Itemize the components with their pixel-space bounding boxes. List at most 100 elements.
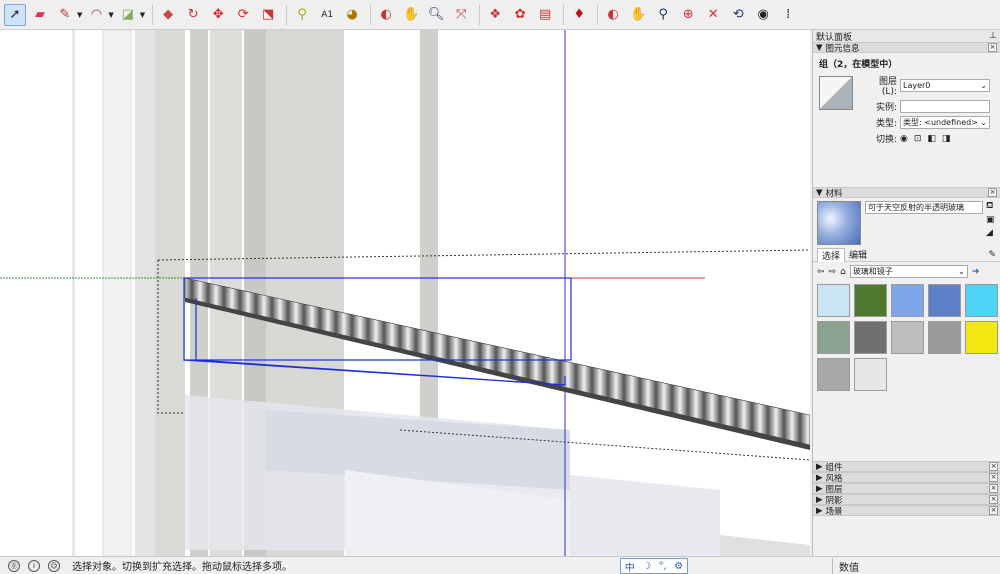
expand-arrow-icon[interactable]: ▶	[816, 484, 823, 494]
punctuation-icon[interactable]: °,	[659, 561, 667, 572]
close-icon[interactable]: ×	[988, 188, 997, 197]
material-swatch[interactable]	[965, 321, 998, 354]
cast-shadow-icon[interactable]: ◨	[942, 134, 951, 144]
pencil-dropdown-icon[interactable]: ▼	[77, 11, 82, 19]
rotate-tool-button[interactable]: ⟳	[232, 4, 254, 26]
material-swatch[interactable]	[817, 321, 850, 354]
scale-tool-button[interactable]: ⬔	[257, 4, 279, 26]
arc-dropdown-icon[interactable]: ▼	[108, 11, 113, 19]
zoom2-tool-button[interactable]: ⚲	[652, 4, 674, 26]
type-select[interactable]: 类型: <undefined> ⌄	[900, 116, 990, 129]
close-icon[interactable]: ×	[989, 506, 998, 515]
model-canvas[interactable]	[0, 30, 810, 556]
orbit-tool-button[interactable]: ◐	[375, 4, 397, 26]
material-swatch[interactable]	[965, 284, 998, 317]
ime-toolbar[interactable]: 中 ☽ °, ⚙	[620, 558, 688, 574]
info-icon[interactable]: i	[28, 559, 40, 572]
follow-me-tool-button[interactable]: ↻	[182, 4, 204, 26]
moon-icon[interactable]: ☽	[642, 561, 651, 572]
material-swatch[interactable]	[928, 284, 961, 317]
pan-tool-button[interactable]: ✋	[400, 4, 422, 26]
close-icon[interactable]: ×	[989, 473, 998, 482]
back-icon[interactable]: ⇦	[817, 267, 825, 277]
close-icon[interactable]: ×	[989, 462, 998, 471]
tab-edit[interactable]: 编辑	[845, 248, 871, 261]
zoom-extents-tool-button[interactable]: ⤧	[450, 4, 472, 26]
eraser-tool-button[interactable]: ▰	[29, 4, 51, 26]
default-material-icon[interactable]: ◢	[986, 228, 995, 238]
user-icon[interactable]: ☺	[48, 559, 60, 572]
layer-select[interactable]: Layer0 ⌄	[900, 79, 990, 92]
rectangle-tool-button[interactable]: ◪	[117, 4, 139, 26]
close-icon[interactable]: ×	[988, 43, 997, 52]
materials-header[interactable]: ▼ 材料 ×	[813, 187, 1000, 199]
collapsed-section-header[interactable]: ▶ 组件 ×	[813, 461, 1000, 473]
receive-shadow-icon[interactable]: ◧	[927, 134, 936, 144]
material-swatch[interactable]	[928, 321, 961, 354]
collapsed-section-header[interactable]: ▶ 图层 ×	[813, 483, 1000, 495]
material-swatch[interactable]	[854, 284, 887, 317]
measurements-label: 数值	[839, 562, 859, 574]
expand-arrow-icon[interactable]: ▶	[816, 473, 823, 483]
text-tool-button[interactable]: A1	[316, 4, 338, 26]
type-label: 类型:	[875, 119, 897, 129]
material-name-input[interactable]: 可于天空反射的半透明玻璃	[865, 201, 983, 214]
expand-arrow-icon[interactable]: ▶	[816, 462, 823, 472]
model-viewport[interactable]	[0, 30, 810, 556]
expand-arrow-icon[interactable]: ▶	[816, 495, 823, 505]
pin-icon[interactable]: ⊥	[989, 31, 997, 41]
eyedropper-icon[interactable]: ✎	[988, 250, 996, 260]
zoom-window-tool-button[interactable]: ⊕	[677, 4, 699, 26]
zoom-tool-button[interactable]: 🔍︎	[425, 4, 447, 26]
details-icon[interactable]: ➜	[972, 267, 980, 277]
library-select[interactable]: 玻璃和镜子 ⌄	[849, 265, 968, 278]
tab-select[interactable]: 选择	[817, 247, 846, 262]
instance-input[interactable]	[900, 100, 990, 113]
expand-arrow-icon[interactable]: ▶	[816, 506, 823, 516]
material-swatch[interactable]	[891, 321, 924, 354]
look-around-tool-button[interactable]: ◉	[752, 4, 774, 26]
orbit2-tool-button[interactable]: ◐	[602, 4, 624, 26]
material-swatch[interactable]	[854, 358, 887, 391]
visibility-icon[interactable]: ◉	[900, 134, 908, 144]
sample-paint-icon[interactable]: ⛾	[986, 201, 995, 212]
previous-view-button[interactable]: ⟲	[727, 4, 749, 26]
forward-icon[interactable]: ⇨	[829, 267, 837, 277]
collapsed-section-header[interactable]: ▶ 风格 ×	[813, 472, 1000, 484]
walk-tool-button[interactable]: ⁞	[777, 4, 799, 26]
lock-icon[interactable]: ⊡	[914, 134, 922, 144]
zoom-extents2-tool-button[interactable]: ✕	[702, 4, 724, 26]
collapse-arrow-icon[interactable]: ▼	[816, 188, 823, 198]
material-preview-icon[interactable]	[819, 76, 853, 110]
material-swatch[interactable]	[817, 284, 850, 317]
close-icon[interactable]: ×	[989, 484, 998, 493]
styles-button[interactable]: ▤	[534, 4, 556, 26]
material-thumbnail	[817, 201, 861, 245]
geolocation-icon[interactable]: ⓪	[8, 559, 20, 572]
gear-icon[interactable]: ⚙	[674, 561, 683, 572]
arc-tool-button[interactable]: ◠	[85, 4, 107, 26]
measurements-box[interactable]: 数值	[832, 558, 1000, 574]
material-swatch[interactable]	[891, 284, 924, 317]
ime-mode[interactable]: 中	[625, 559, 635, 574]
home-icon[interactable]: ⌂	[840, 267, 846, 277]
close-icon[interactable]: ×	[989, 495, 998, 504]
pan2-tool-button[interactable]: ✋	[627, 4, 649, 26]
push-pull-tool-button[interactable]: ◆	[157, 4, 179, 26]
paint-bucket-tool-button[interactable]: ◕	[341, 4, 363, 26]
create-material-icon[interactable]: ▣	[986, 215, 995, 225]
collapsed-section-header[interactable]: ▶ 阴影 ×	[813, 494, 1000, 506]
components-button[interactable]: ❖	[484, 4, 506, 26]
material-swatch[interactable]	[817, 358, 850, 391]
materials-button[interactable]: ✿	[509, 4, 531, 26]
collapse-arrow-icon[interactable]: ▼	[816, 43, 823, 53]
select-tool-button[interactable]: ➚	[4, 3, 26, 26]
rectangle-dropdown-icon[interactable]: ▼	[140, 11, 145, 19]
tape-measure-tool-button[interactable]: ⚲	[291, 4, 313, 26]
material-swatch[interactable]	[854, 321, 887, 354]
pencil-tool-button[interactable]: ✎	[54, 4, 76, 26]
move-tool-button[interactable]: ✥	[207, 4, 229, 26]
ruby-button[interactable]: ♦	[568, 4, 590, 26]
collapsed-section-header[interactable]: ▶ 场景 ×	[813, 505, 1000, 517]
entity-info-header[interactable]: ▼ 图元信息 ×	[813, 42, 1000, 54]
